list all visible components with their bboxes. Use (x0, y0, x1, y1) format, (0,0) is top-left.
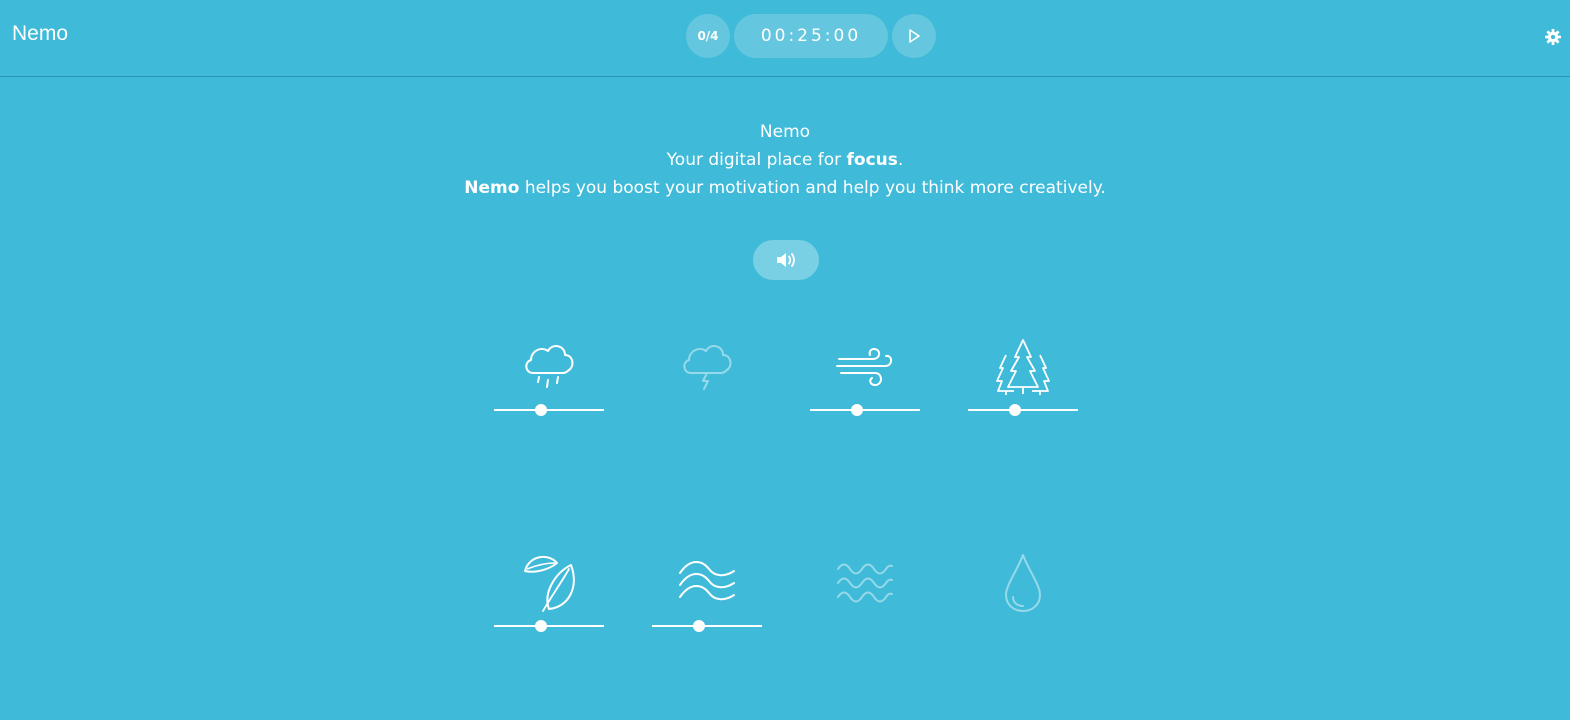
slider-thumb[interactable] (693, 620, 705, 632)
intro-text: Nemo Your digital place for focus. Nemo … (0, 118, 1570, 202)
wind-icon (836, 347, 893, 387)
slider-track (968, 409, 1078, 411)
timer-display[interactable]: 00:25:00 (734, 14, 888, 58)
play-button[interactable] (892, 14, 936, 58)
slider-thumb[interactable] (851, 404, 863, 416)
slider-thumb[interactable] (535, 404, 547, 416)
intro-tagline-suffix: . (897, 150, 904, 170)
thunder-cloud-icon (683, 345, 732, 390)
intro-description-rest: helps you boost your motivation and help… (519, 178, 1106, 198)
slider-thumb[interactable] (1009, 404, 1021, 416)
app-title[interactable]: Nemo (12, 22, 68, 46)
speaker-icon (777, 253, 795, 267)
play-icon (909, 29, 920, 43)
sound-forest[interactable] (968, 337, 1078, 447)
intro-tagline-bold: focus (846, 150, 898, 170)
water-drop-icon (1005, 554, 1041, 612)
leaves-volume-slider[interactable] (494, 618, 604, 634)
sound-water-drop[interactable] (968, 553, 1078, 663)
settings-button[interactable] (1542, 26, 1564, 48)
rain-cloud-icon (525, 345, 574, 388)
session-counter[interactable]: 0/4 (686, 14, 730, 58)
sound-thunderstorm[interactable] (652, 337, 762, 447)
sound-rain[interactable] (494, 337, 604, 447)
slider-thumb[interactable] (535, 620, 547, 632)
slider-track (652, 625, 762, 627)
intro-description-bold: Nemo (464, 178, 520, 198)
slider-track (494, 625, 604, 627)
sound-waves[interactable] (810, 553, 920, 663)
sound-stream[interactable] (652, 553, 762, 663)
ocean-waves-icon (837, 563, 893, 603)
forest-icon (996, 339, 1050, 395)
stream-volume-slider[interactable] (652, 618, 762, 634)
intro-title: Nemo (759, 122, 811, 142)
slider-track (810, 409, 920, 411)
rain-volume-slider[interactable] (494, 402, 604, 418)
intro-description: Nemo helps you boost your motivation and… (0, 174, 1570, 202)
top-bar: Nemo 0/4 00:25:00 (0, 0, 1570, 77)
gear-icon (1545, 29, 1561, 45)
leaf-icon (524, 555, 575, 612)
sound-wind[interactable] (810, 337, 920, 447)
wind-volume-slider[interactable] (810, 402, 920, 418)
intro-tagline-prefix: Your digital place for (666, 150, 847, 170)
forest-volume-slider[interactable] (968, 402, 1078, 418)
sound-leaves[interactable] (494, 553, 604, 663)
intro-tagline: Your digital place for focus. (0, 146, 1570, 174)
stream-waves-icon (679, 561, 735, 601)
slider-track (494, 409, 604, 411)
master-volume-button[interactable] (753, 240, 819, 280)
